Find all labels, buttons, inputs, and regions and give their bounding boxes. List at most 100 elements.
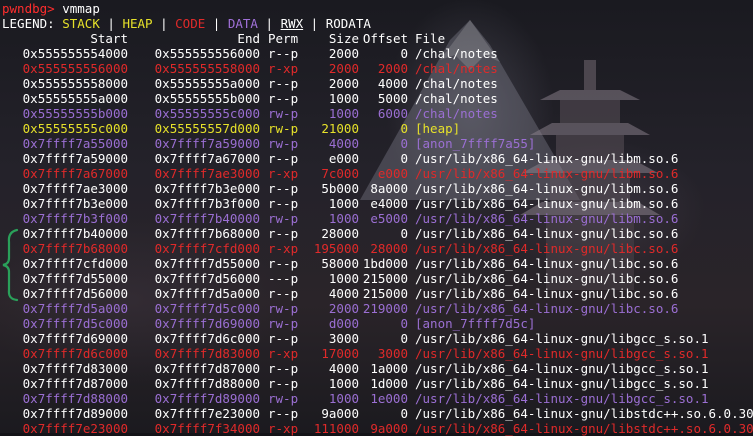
cell-start: 0x7ffff7d5a000 [22,301,128,316]
cell-offset: 0 [400,151,408,166]
cell-size: 3000 [328,331,359,346]
cell-size: 58000 [321,256,359,271]
cell-offset: 0 [400,121,408,136]
legend-line: LEGEND: STACK | HEAP | CODE | DATA | RWX… [2,16,753,31]
cell-file: /usr/lib/x86_64-linux-gnu/libc.so.6 [415,301,679,316]
cell-offset: 5000 [377,91,408,106]
cell-perm: r-xp [268,166,299,181]
cell-perm: r--p [268,181,299,196]
cell-size: 17000 [321,346,359,361]
cell-perm: rw-p [268,301,299,316]
table-row: 0x7ffff7d5a000 0x7ffff7d5c000 rw-p 2000 2190… [2,301,753,316]
prompt-line: pwndbg> vmmap [2,1,753,16]
cell-perm: r-xp [268,241,299,256]
table-row: 0x55555555c000 0x55555557d000 rw-p 21000 0 [h… [2,121,753,136]
table-row: 0x7ffff7b40000 0x7ffff7b68000 r--p 28000 0/u… [2,226,753,241]
legend-label: LEGEND: [2,16,55,31]
cell-end: 0x7ffff7e23000 [154,406,260,421]
cell-file: /usr/lib/x86_64-linux-gnu/libgcc_s.so.1 [415,361,709,376]
cell-offset: 8a000 [370,181,408,196]
header-perm: Perm [268,31,299,46]
cell-file: /usr/lib/x86_64-linux-gnu/libm.so.6 [415,211,679,226]
cell-file: /usr/lib/x86_64-linux-gnu/libstdc++.so.6… [415,406,753,421]
header-end: End [237,31,260,46]
cell-perm: r--p [268,76,299,91]
cell-perm: r--p [268,406,299,421]
cell-end: 0x7ffff7d6c000 [154,331,260,346]
terminal-output[interactable]: pwndbg> vmmap LEGEND: STACK | HEAP | COD… [2,1,753,436]
cell-end: 0x7ffff7cfd000 [154,241,260,256]
cell-end: 0x55555555b000 [154,91,260,106]
cell-file: /usr/lib/x86_64-linux-gnu/libgcc_s.so.1 [415,331,709,346]
cell-offset: 0 [400,316,408,331]
legend-separator: | [160,16,168,31]
table-row: 0x7ffff7a55000 0x7ffff7a59000 rw-p 4000 0 [an… [2,136,753,151]
cell-size: 7c000 [321,166,359,181]
cell-start: 0x555555554000 [22,46,128,61]
cell-perm: rw-p [268,121,299,136]
cell-offset: 0 [400,406,408,421]
cell-offset: 0 [400,226,408,241]
cell-start: 0x7ffff7d83000 [22,361,128,376]
cell-size: 9a000 [321,406,359,421]
cell-size: 4000 [328,136,359,151]
legend-rodata: RODATA [325,16,371,31]
prompt-label: pwndbg> [2,1,55,16]
cell-size: e000 [328,151,359,166]
cell-size: 4000 [328,361,359,376]
cell-offset: 215000 [362,286,408,301]
cell-end: 0x555555556000 [154,46,260,61]
cell-size: 2000 [328,76,359,91]
cell-file: /usr/lib/x86_64-linux-gnu/libc.so.6 [415,286,679,301]
cell-start: 0x7ffff7a67000 [22,166,128,181]
cell-perm: rw-p [268,316,299,331]
cell-file: /chal/notes [415,91,498,106]
highlight-brace [2,228,19,302]
cell-start: 0x7ffff7a59000 [22,151,128,166]
cell-start: 0x7ffff7b3f000 [22,211,128,226]
cell-end: 0x55555555a000 [154,76,260,91]
cell-end: 0x55555555c000 [154,106,260,121]
cell-perm: rw-p [268,106,299,121]
cell-perm: r--p [268,331,299,346]
cell-offset: 28000 [370,241,408,256]
cell-offset: 3000 [377,346,408,361]
cell-perm: r--p [268,361,299,376]
header-size: Size [328,31,359,46]
cell-size: 2000 [328,46,359,61]
cell-start: 0x7ffff7b3e000 [22,196,128,211]
cell-end: 0x7ffff7b3f000 [154,196,260,211]
cell-start: 0x55555555c000 [22,121,128,136]
cell-end: 0x7ffff7d69000 [154,316,260,331]
table-row: 0x7ffff7a67000 0x7ffff7ae3000 r-xp 7c000 e00… [2,166,753,181]
table-row: 0x7ffff7cfd000 0x7ffff7d55000 r--p 58000 1bd… [2,256,753,271]
cell-start: 0x7ffff7d88000 [22,391,128,406]
header-start: Start [90,31,128,46]
table-row: 0x555555558000 0x55555555a000 r--p 2000 4000… [2,76,753,91]
cell-size: 1000 [328,196,359,211]
cell-start: 0x7ffff7d5c000 [22,316,128,331]
cell-perm: r--p [268,46,299,61]
cell-end: 0x7ffff7ae3000 [154,166,260,181]
cell-end: 0x7ffff7d83000 [154,346,260,361]
cell-perm: r--p [268,196,299,211]
cell-offset: 0 [400,136,408,151]
cell-offset: 4000 [377,76,408,91]
cell-size: 111000 [313,421,359,436]
mapping-table: 0x555555554000 0x555555556000 r--p 2000 0/ch… [2,46,753,436]
cell-size: 1000 [328,211,359,226]
cell-end: 0x555555558000 [154,61,260,76]
legend-code: CODE [175,16,206,31]
cell-size: 2000 [328,61,359,76]
cell-offset: 1e000 [370,391,408,406]
cell-perm: rw-p [268,136,299,151]
cell-offset: 1d000 [370,376,408,391]
cell-perm: r-xp [268,346,299,361]
cell-start: 0x7ffff7a55000 [22,136,128,151]
cell-end: 0x7ffff7d56000 [154,271,260,286]
cell-offset: e5000 [370,211,408,226]
cell-start: 0x7ffff7d69000 [22,331,128,346]
header-file: File [415,31,446,46]
cell-file: /usr/lib/x86_64-linux-gnu/libm.so.6 [415,181,679,196]
cell-file: /usr/lib/x86_64-linux-gnu/libgcc_s.so.1 [415,346,709,361]
